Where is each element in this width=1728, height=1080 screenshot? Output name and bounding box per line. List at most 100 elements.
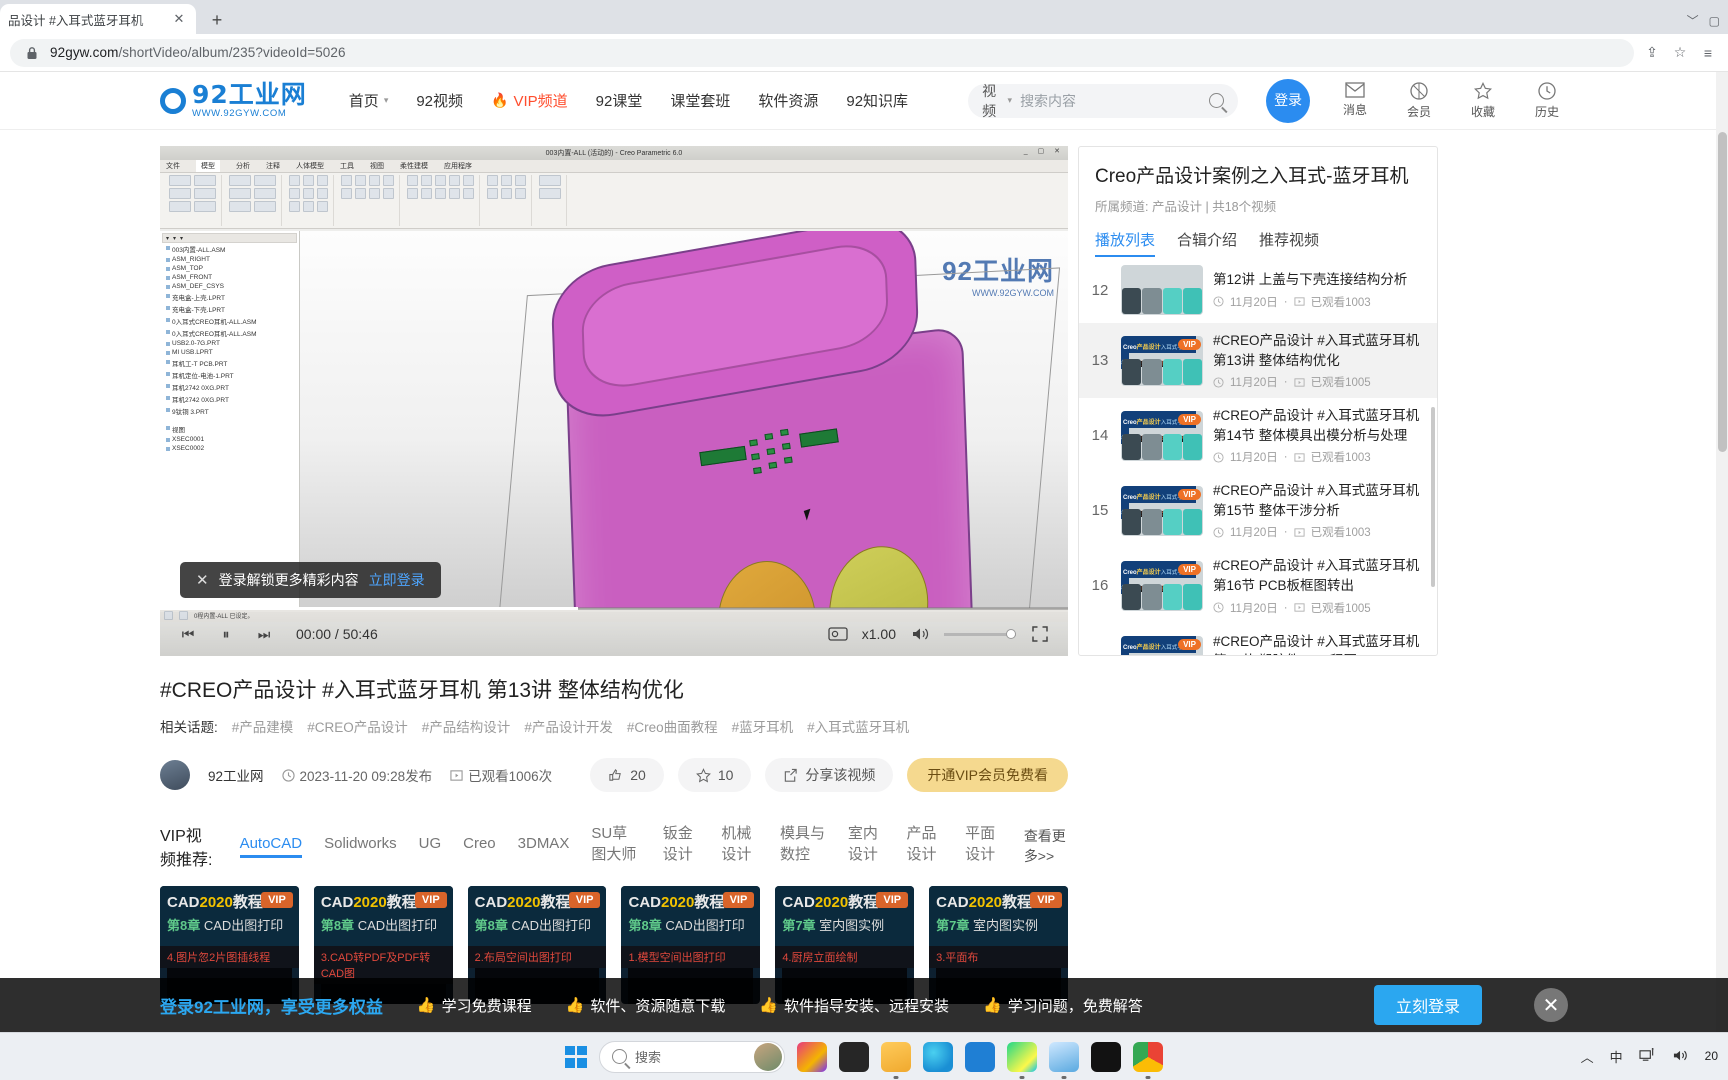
nav-item-home[interactable]: 首页 ▾ [349,90,389,111]
creo-tree-root[interactable]: 003内置-ALL.ASM [162,243,297,255]
list-item[interactable]: 14 Creo产品设计入耳式-蓝牙耳机 14.整体模具出模分析与处理 VIP #… [1079,398,1437,473]
page-scrollbar-thumb[interactable] [1718,132,1727,452]
favorite-button[interactable]: 10 [677,758,752,792]
header-member[interactable]: 会员 [1400,81,1438,120]
vip-tab-sheetmetal[interactable]: 钣金设计 [663,822,700,870]
creo-tree-item[interactable]: 充电盒-上壳.LPRT [162,291,297,303]
ime-indicator[interactable]: 中 [1610,1047,1623,1066]
tab-playlist[interactable]: 播放列表 [1095,229,1156,257]
like-button[interactable]: 20 [590,758,664,792]
author-name[interactable]: 92工业网 [208,765,264,785]
creo-tree-item[interactable]: ASM_FRONT [162,273,297,282]
header-messages[interactable]: 消息 [1336,81,1374,120]
pause-button[interactable]: ⏸ [214,622,238,646]
bookmark-star-icon[interactable]: ☆ [1670,43,1690,63]
creo-tab-file[interactable]: 文件 [166,161,180,171]
topic-tag[interactable]: #产品结构设计 [422,716,511,736]
creo-tree-item[interactable]: ASM_TOP [162,264,297,273]
list-item[interactable]: 17 Creo产品设计入耳式-蓝牙耳机 17.塑胶件2D工程图 VIP #CRE… [1079,624,1437,655]
progress-bar[interactable] [160,607,1068,610]
vip-tab-ug[interactable]: UG [419,835,442,858]
vip-tab-product[interactable]: 产品设计 [906,822,943,870]
microsoft-store-icon[interactable] [965,1041,995,1072]
vip-tab-creo[interactable]: Creo [463,835,496,858]
nav-item-knowledge-base[interactable]: 92知识库 [846,90,908,111]
creo-tree-item[interactable]: XSEC0002 [162,444,297,453]
nav-item-software-resources[interactable]: 软件资源 [758,90,818,111]
chevron-up-icon[interactable]: ︿ [1581,1047,1594,1066]
share-button[interactable]: 分享该视频 [765,758,894,792]
close-icon[interactable]: ✕ [170,10,188,28]
maximize-icon[interactable]: ▢ [1709,14,1720,28]
creo-tab-tools[interactable]: 工具 [340,161,354,171]
search-box[interactable]: 视频 ▾ [968,81,1239,121]
creo-tree-item[interactable]: 耳机定位-电池-1.PRT [162,369,297,381]
pycharm-icon[interactable] [1007,1041,1037,1072]
topic-tag[interactable]: #Creo曲面教程 [627,716,718,736]
volume-slider[interactable] [944,629,1016,639]
fullscreen-icon[interactable] [1028,622,1052,646]
vip-tab-graphic[interactable]: 平面设计 [965,822,1002,870]
topic-tag[interactable]: #产品建模 [232,716,294,736]
start-button[interactable] [565,1045,587,1068]
address-bar[interactable]: 92gyw.com/shortVideo/album/235?videoId=5… [10,38,1634,67]
creo-tree-item[interactable]: 耳机2742 0XG.PRT [162,381,297,393]
creo-tree-item[interactable]: 0入耳式CREO耳机-ALL.ASM [162,315,297,327]
list-item[interactable]: 16 Creo产品设计入耳式-蓝牙耳机 16.PCB板框图转出 VIP #CRE… [1079,548,1437,623]
creo-tab-humanmodel[interactable]: 人体模型 [296,161,324,171]
avatar[interactable] [754,1042,782,1071]
tab-album-intro[interactable]: 合辑介绍 [1177,229,1237,257]
topic-tag[interactable]: #蓝牙耳机 [732,716,794,736]
creo-3d-viewport[interactable]: 92工业网 WWW.92GYW.COM [300,231,1068,608]
header-favorites[interactable]: 收藏 [1464,81,1502,120]
promo-login-button[interactable]: 立刻登录 [1373,985,1482,1025]
list-item[interactable]: 13 Creo产品设计入耳式-蓝牙耳机 13.整体结构优化 VIP #CREO产… [1079,323,1437,399]
creo-tree-item[interactable]: MI USB.LPRT [162,348,297,357]
vip-tab-autocad[interactable]: AutoCAD [239,835,302,858]
browser-menu-icon[interactable]: ≡ [1698,43,1718,63]
edge-icon[interactable] [923,1041,953,1072]
creo-tab-analysis[interactable]: 分析 [236,161,250,171]
close-icon[interactable]: ✕ [196,571,209,589]
vip-tab-solidworks[interactable]: Solidworks [324,835,397,858]
nav-item-92video[interactable]: 92视频 [416,90,463,111]
new-tab-button[interactable]: + [202,6,232,34]
playlist-scrollbar[interactable] [1431,407,1435,587]
creo-tab-annotate[interactable]: 注释 [266,161,280,171]
vip-tab-3dmax[interactable]: 3DMAX [518,835,570,858]
creo-tree-item[interactable]: 充电盒-下壳.LPRT [162,303,297,315]
page-scrollbar[interactable] [1716,72,1728,1032]
notion-icon[interactable] [1091,1041,1121,1072]
creo-tab-apps[interactable]: 应用程序 [444,161,472,171]
creo-model-tree[interactable]: ▾ ▾ ▾ 003内置-ALL.ASM ASM_RIGHT ASM_TOP ASM_… [160,231,300,608]
list-item[interactable]: 15 Creo产品设计入耳式-蓝牙耳机 15.整体干涉分析 VIP #CREO产… [1079,473,1437,548]
creo-tree-group[interactable]: 视图 [162,423,297,435]
login-toast-link[interactable]: 立即登录 [369,570,425,590]
creo-tree-item[interactable]: ASM_DEF_CSYS [162,282,297,291]
tab-recommended[interactable]: 推荐视频 [1259,229,1319,257]
taskbar-search[interactable]: 搜索 [599,1040,785,1073]
nav-item-92class[interactable]: 92课堂 [596,90,643,111]
creo-tab-model[interactable]: 模型 [196,160,220,172]
next-button[interactable]: ⏭ [252,622,276,646]
volume-icon[interactable] [908,622,932,646]
search-input[interactable] [1020,92,1202,109]
avatar[interactable] [160,760,190,790]
view-more-link[interactable]: 查看更多>> [1024,826,1068,866]
share-icon[interactable]: ⇪ [1642,43,1662,63]
taskbar-clock[interactable]: 20 [1705,1049,1718,1064]
chrome-icon[interactable] [1133,1041,1163,1072]
creo-tab-flexible[interactable]: 柔性建模 [400,161,428,171]
creo-tree-item[interactable]: XSEC0001 [162,435,297,444]
network-icon[interactable] [1639,1047,1656,1066]
login-toast[interactable]: ✕ 登录解锁更多精彩内容 立即登录 [180,562,441,598]
creo-tree-item[interactable]: 耳机工-T PCB.PRT [162,357,297,369]
playback-speed[interactable]: x1.00 [862,626,896,642]
minimize-icon[interactable]: ﹀ [1687,12,1699,29]
search-icon[interactable] [1209,93,1225,108]
browser-tab[interactable]: 品设计 #入耳式蓝牙耳机 ✕ [0,4,196,34]
volume-icon[interactable] [1672,1048,1689,1066]
vip-tab-mold-cnc[interactable]: 模具与数控 [780,822,826,870]
quality-icon[interactable] [826,622,850,646]
search-category-select[interactable]: 视频 ▾ [982,81,1012,121]
